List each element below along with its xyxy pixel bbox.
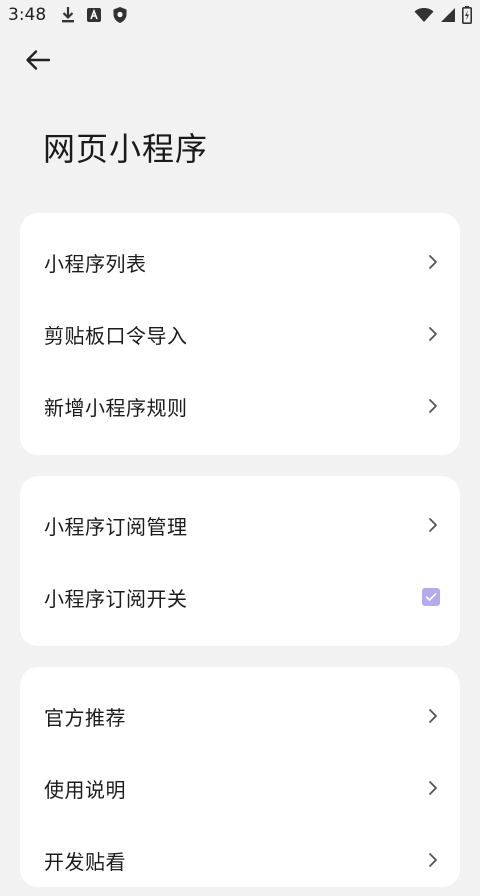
battery-charging-icon xyxy=(462,6,472,28)
chevron-right-icon xyxy=(426,324,440,344)
arrow-left-icon xyxy=(25,49,51,75)
status-notification-icons xyxy=(60,6,128,28)
status-system-icons xyxy=(414,6,472,28)
row-official-recommend[interactable]: 官方推荐 xyxy=(20,680,460,752)
chevron-right-icon xyxy=(426,706,440,726)
chevron-right-icon xyxy=(426,252,440,272)
settings-group-1: 小程序列表 剪贴板口令导入 新增小程序规则 xyxy=(20,213,460,455)
a-badge-icon xyxy=(86,7,102,27)
row-label: 小程序列表 xyxy=(44,251,147,276)
row-subscription-toggle[interactable]: 小程序订阅开关 xyxy=(20,561,460,633)
row-usage-guide[interactable]: 使用说明 xyxy=(20,752,460,824)
row-add-rule[interactable]: 新增小程序规则 xyxy=(20,370,460,442)
chevron-right-icon xyxy=(426,850,440,870)
check-icon xyxy=(425,593,437,601)
back-button[interactable] xyxy=(20,44,56,80)
row-clipboard-import[interactable]: 剪贴板口令导入 xyxy=(20,298,460,370)
row-label: 新增小程序规则 xyxy=(44,395,188,420)
row-mini-program-list[interactable]: 小程序列表 xyxy=(20,226,460,298)
chevron-right-icon xyxy=(426,778,440,798)
row-label: 小程序订阅管理 xyxy=(44,514,188,539)
signal-icon xyxy=(440,7,456,27)
row-label: 使用说明 xyxy=(44,777,126,802)
status-time: 3:48 xyxy=(8,5,47,25)
row-label: 剪贴板口令导入 xyxy=(44,323,188,348)
chevron-right-icon xyxy=(426,515,440,535)
row-subscription-manage[interactable]: 小程序订阅管理 xyxy=(20,489,460,561)
shield-icon xyxy=(112,6,128,28)
download-icon xyxy=(60,6,76,28)
row-label: 官方推荐 xyxy=(44,705,126,730)
row-label: 开发贴看 xyxy=(44,849,126,874)
row-dev-posts[interactable]: 开发贴看 xyxy=(20,824,460,896)
wifi-icon xyxy=(414,7,434,27)
settings-group-3: 官方推荐 使用说明 开发贴看 xyxy=(20,667,460,887)
status-bar: 3:48 xyxy=(0,0,480,32)
subscription-checkbox[interactable] xyxy=(422,588,440,606)
page-title: 网页小程序 xyxy=(43,130,209,168)
settings-group-2: 小程序订阅管理 小程序订阅开关 xyxy=(20,476,460,646)
chevron-right-icon xyxy=(426,396,440,416)
row-label: 小程序订阅开关 xyxy=(44,586,188,611)
